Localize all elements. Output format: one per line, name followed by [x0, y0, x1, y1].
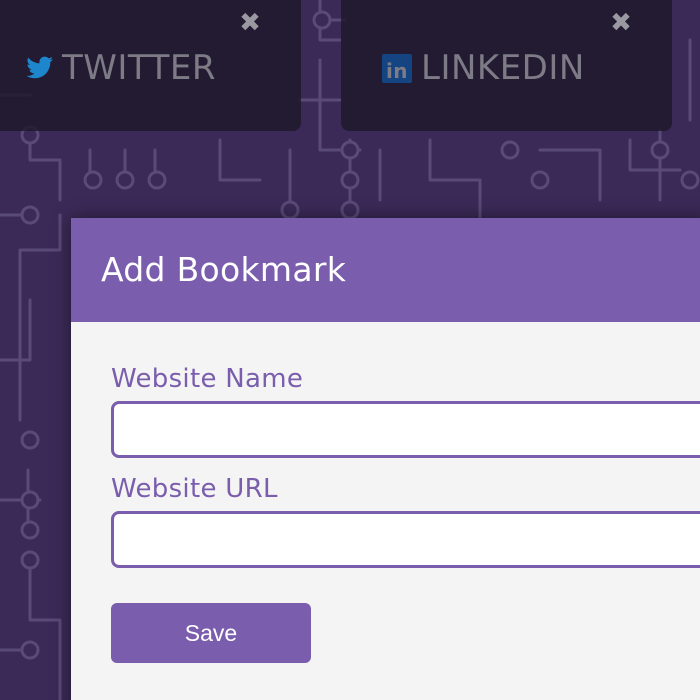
- website-url-label: Website URL: [111, 474, 278, 504]
- bookmark-card-linkedin[interactable]: ✖ in LINKEDIN: [341, 0, 672, 131]
- bookmark-name: TWITTER: [62, 48, 216, 88]
- bookmark-card-twitter[interactable]: ✖ TWITTER: [0, 0, 301, 131]
- linkedin-logo-icon: in: [381, 52, 413, 84]
- linkedin-logo-text: in: [386, 59, 408, 83]
- close-icon[interactable]: ✖: [608, 10, 634, 36]
- website-name-label: Website Name: [111, 364, 304, 394]
- twitter-bird-icon: [26, 56, 54, 80]
- close-icon[interactable]: ✖: [237, 10, 263, 36]
- modal-header: Add Bookmark: [71, 218, 700, 322]
- bookmark-link-twitter[interactable]: TWITTER: [26, 48, 216, 88]
- bookmark-link-linkedin[interactable]: in LINKEDIN: [381, 48, 585, 88]
- website-url-input[interactable]: [111, 511, 700, 568]
- modal-title: Add Bookmark: [101, 250, 347, 289]
- save-button[interactable]: Save: [111, 603, 311, 663]
- add-bookmark-modal: Add Bookmark Website Name Website URL Sa…: [71, 218, 700, 700]
- website-name-input[interactable]: [111, 401, 700, 458]
- bookmark-name: LINKEDIN: [421, 48, 585, 88]
